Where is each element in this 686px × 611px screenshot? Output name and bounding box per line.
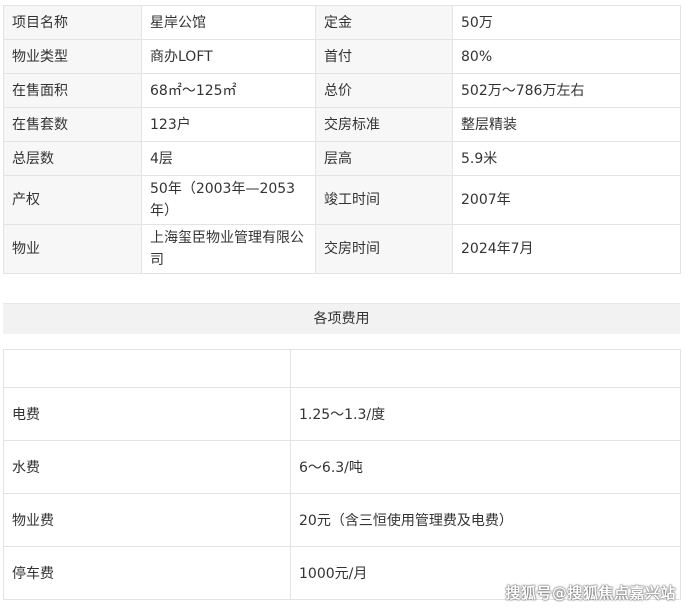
value-cell: 2024年7月 bbox=[452, 224, 681, 274]
fees-table: 电费 1.25～1.3/度 水费 6～6.3/吨 物业费 20元（含三恒使用管理… bbox=[3, 349, 681, 600]
label-cell: 物业 bbox=[3, 224, 142, 274]
label-cell: 在售面积 bbox=[3, 73, 142, 108]
table-row: 项目名称 星岸公馆 定金 50万 bbox=[3, 5, 681, 40]
fees-section-title: 各项费用 bbox=[3, 303, 680, 334]
label-cell: 总层数 bbox=[3, 141, 142, 176]
value-cell: 5.9米 bbox=[452, 141, 681, 176]
table-row: 物业类型 商办LOFT 首付 80% bbox=[3, 39, 681, 74]
project-info-table: 项目名称 星岸公馆 定金 50万 物业类型 商办LOFT 首付 80% 在售面积… bbox=[3, 5, 681, 274]
table-row: 在售面积 68㎡～125㎡ 总价 502万～786万左右 bbox=[3, 73, 681, 108]
value-cell: 上海玺臣物业管理有限公司 bbox=[141, 224, 316, 274]
table-row: 物业 上海玺臣物业管理有限公司 交房时间 2024年7月 bbox=[3, 224, 681, 274]
label-cell: 定金 bbox=[315, 5, 453, 40]
label-cell: 竣工时间 bbox=[315, 175, 453, 225]
table-row: 总层数 4层 层高 5.9米 bbox=[3, 141, 681, 176]
value-cell: 星岸公馆 bbox=[141, 5, 316, 40]
header-cell bbox=[3, 349, 291, 388]
value-cell: 商办LOFT bbox=[141, 39, 316, 74]
fee-name-cell: 停车费 bbox=[3, 546, 291, 600]
watermark: 搜狐号@搜狐焦点嘉兴站 bbox=[505, 584, 676, 602]
label-cell: 层高 bbox=[315, 141, 453, 176]
label-cell: 物业类型 bbox=[3, 39, 142, 74]
value-cell: 123户 bbox=[141, 107, 316, 142]
label-cell: 在售套数 bbox=[3, 107, 142, 142]
label-cell: 总价 bbox=[315, 73, 453, 108]
table-row: 电费 1.25～1.3/度 bbox=[3, 387, 681, 441]
label-cell: 产权 bbox=[3, 175, 142, 225]
fee-name-cell: 水费 bbox=[3, 440, 291, 494]
value-cell: 50年（2003年—2053年） bbox=[141, 175, 316, 225]
table-header-row bbox=[3, 349, 681, 388]
value-cell: 68㎡～125㎡ bbox=[141, 73, 316, 108]
label-cell: 交房标准 bbox=[315, 107, 453, 142]
fee-name-cell: 物业费 bbox=[3, 493, 291, 547]
value-cell: 502万～786万左右 bbox=[452, 73, 681, 108]
label-cell: 首付 bbox=[315, 39, 453, 74]
label-cell: 交房时间 bbox=[315, 224, 453, 274]
value-cell: 80% bbox=[452, 39, 681, 74]
table-row: 物业费 20元（含三恒使用管理费及电费） bbox=[3, 493, 681, 547]
label-cell: 项目名称 bbox=[3, 5, 142, 40]
fee-value-cell: 1.25～1.3/度 bbox=[290, 387, 681, 441]
value-cell: 整层精装 bbox=[452, 107, 681, 142]
fee-name-cell: 电费 bbox=[3, 387, 291, 441]
table-row: 水费 6～6.3/吨 bbox=[3, 440, 681, 494]
header-cell bbox=[290, 349, 681, 388]
table-row: 产权 50年（2003年—2053年） 竣工时间 2007年 bbox=[3, 175, 681, 225]
fee-value-cell: 20元（含三恒使用管理费及电费） bbox=[290, 493, 681, 547]
value-cell: 2007年 bbox=[452, 175, 681, 225]
value-cell: 4层 bbox=[141, 141, 316, 176]
value-cell: 50万 bbox=[452, 5, 681, 40]
table-row: 在售套数 123户 交房标准 整层精装 bbox=[3, 107, 681, 142]
fee-value-cell: 6～6.3/吨 bbox=[290, 440, 681, 494]
